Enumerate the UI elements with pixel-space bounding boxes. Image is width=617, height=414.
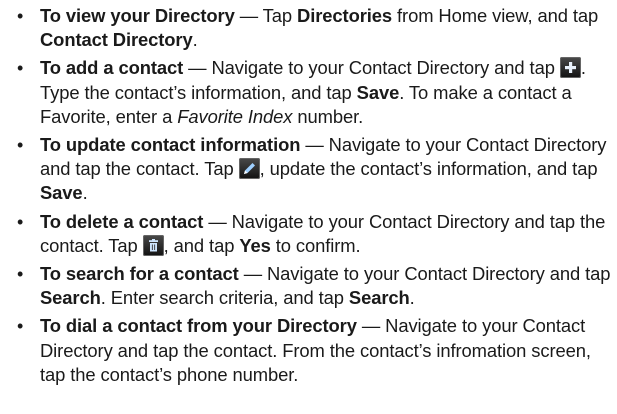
item-text: . Enter search criteria, and tap	[100, 287, 349, 309]
item-text: .	[409, 287, 415, 309]
list-item-search-contact: • To search for a contact — Navigate to …	[0, 262, 617, 310]
bullet: •	[17, 135, 24, 156]
item-text: from Home view, and tap	[392, 5, 599, 26]
save-term: Save	[356, 81, 400, 103]
bullet: •	[17, 6, 24, 26]
search-term: Search	[40, 287, 101, 309]
contact-directory-term: Contact Directory	[40, 29, 193, 51]
search-term: Search	[348, 287, 410, 309]
bullet: •	[17, 211, 24, 232]
item-title: To delete a contact	[40, 210, 204, 232]
item-title: To add a contact	[40, 57, 184, 79]
item-text: — Navigate to your Contact Directory and…	[238, 263, 611, 285]
add-icon	[559, 57, 581, 79]
item-text: .	[192, 29, 198, 51]
instruction-list: • To view your Directory — Tap Directori…	[0, 0, 617, 387]
item-title: To update contact information	[40, 134, 301, 156]
item-text: , update the contact’s information, and …	[259, 158, 598, 180]
directories-term: Directories	[297, 5, 393, 26]
favorite-index-term: Favorite Index	[177, 105, 293, 127]
item-text: number.	[292, 105, 364, 127]
list-item-dial-contact: • To dial a contact from your Directory …	[0, 314, 617, 387]
item-text: — Tap	[234, 5, 298, 26]
list-item-update-contact: • To update contact information — Naviga…	[0, 133, 617, 206]
item-title: To search for a contact	[40, 263, 239, 285]
list-item-view-directory: • To view your Directory — Tap Directori…	[0, 4, 617, 52]
item-title: To view your Directory	[40, 5, 235, 26]
list-item-add-contact: • To add a contact — Navigate to your Co…	[0, 56, 617, 129]
item-text: to confirm.	[270, 234, 361, 256]
bullet: •	[17, 58, 24, 79]
list-item-delete-contact: • To delete a contact — Navigate to your…	[0, 210, 617, 258]
save-term: Save	[40, 182, 83, 204]
edit-pencil-icon	[238, 158, 260, 180]
bullet: •	[17, 316, 24, 337]
item-text: — Navigate to your Contact Directory and…	[183, 57, 560, 79]
trash-icon	[142, 234, 164, 256]
item-title: To dial a contact from your Directory	[40, 315, 357, 337]
item-text: , and tap	[163, 234, 240, 256]
item-text: .	[82, 182, 88, 204]
bullet: •	[17, 264, 24, 285]
yes-term: Yes	[239, 234, 271, 256]
